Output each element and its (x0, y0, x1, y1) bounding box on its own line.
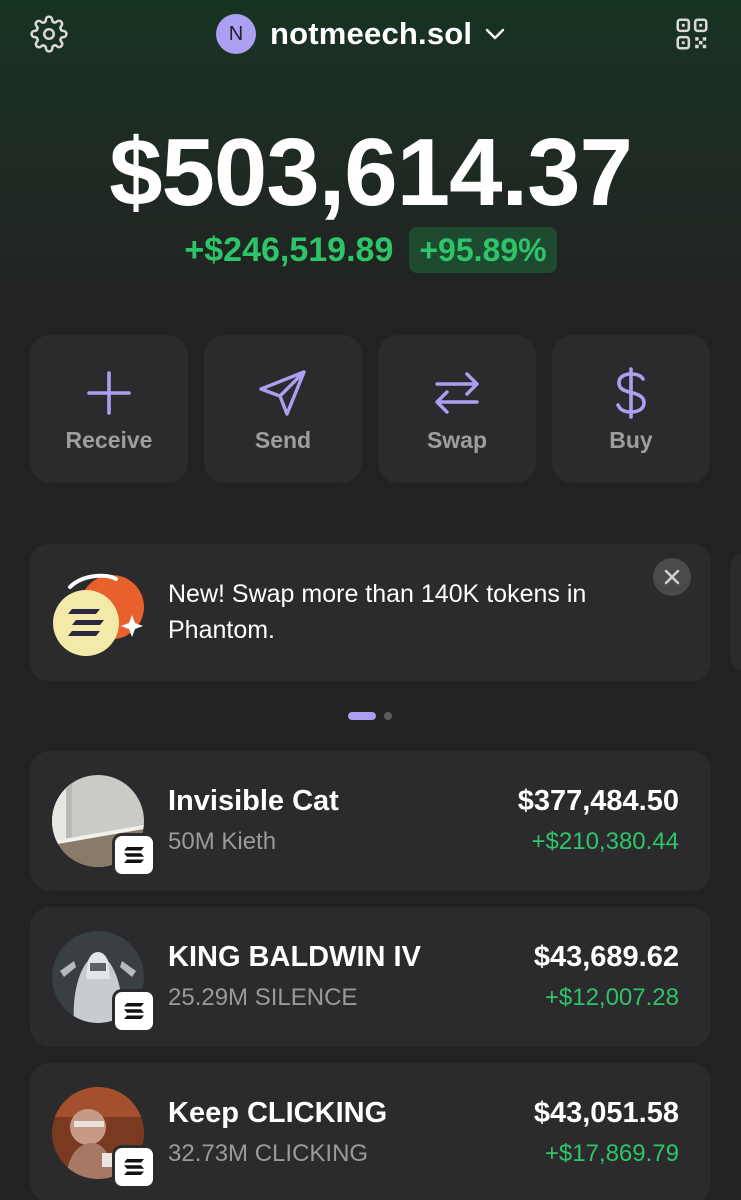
token-change: +$17,869.79 (544, 1140, 679, 1167)
swap-button[interactable]: Swap (378, 335, 536, 483)
chevron-down-icon (484, 27, 506, 41)
swap-icon (378, 367, 536, 419)
header: N notmeech.sol (0, 0, 741, 70)
solana-swap-illustration (50, 569, 150, 659)
token-name: Keep CLICKING (168, 1097, 388, 1129)
token-value: $377,484.50 (517, 785, 679, 817)
token-name: Invisible Cat (168, 785, 339, 817)
token-value: $43,689.62 (533, 941, 679, 973)
wallet-home-screen: N notmeech.sol $503,614.37 +$246,519.89 … (0, 0, 741, 1200)
solana-chain-icon (112, 1145, 156, 1189)
qr-code-icon (676, 18, 708, 50)
close-promo-button[interactable] (653, 558, 691, 596)
send-icon (204, 367, 362, 419)
close-icon (664, 569, 680, 585)
account-avatar: N (216, 14, 256, 54)
token-amount: 32.73M CLICKING (168, 1140, 369, 1167)
solana-chain-icon (112, 989, 156, 1033)
account-switcher[interactable]: N notmeech.sol (216, 14, 506, 54)
buy-button[interactable]: Buy (552, 335, 710, 483)
send-button[interactable]: Send (204, 335, 362, 483)
account-name: notmeech.sol (270, 16, 473, 51)
token-value: $43,051.58 (533, 1097, 679, 1129)
token-row[interactable]: Invisible Cat 50M Kieth $377,484.50 +$21… (30, 751, 711, 891)
balance-change: +$246,519.89 +95.89% (0, 226, 741, 274)
next-promo-card[interactable] (730, 553, 741, 671)
gear-icon (30, 15, 68, 53)
receive-label: Receive (65, 427, 153, 453)
dollar-icon (552, 367, 710, 419)
action-buttons: Receive Send Swap Buy (30, 335, 711, 483)
token-change: +$12,007.28 (544, 984, 679, 1011)
receive-button[interactable]: Receive (30, 335, 188, 483)
pagination-dot-active[interactable] (348, 712, 376, 720)
swap-label: Swap (426, 427, 488, 453)
carousel-pagination (348, 711, 398, 721)
settings-button[interactable] (28, 13, 70, 55)
total-balance: $503,614.37 (109, 119, 633, 226)
buy-label: Buy (609, 427, 653, 453)
change-percent-badge: +95.89% (409, 227, 557, 273)
promo-text: New! Swap more than 140K tokens in Phant… (168, 580, 587, 644)
promo-card[interactable]: New! Swap more than 140K tokens in Phant… (30, 544, 711, 681)
send-label: Send (254, 427, 312, 453)
token-amount: 25.29M SILENCE (168, 984, 358, 1011)
solana-chain-icon (112, 833, 156, 877)
token-amount: 50M Kieth (168, 828, 277, 855)
pagination-dot[interactable] (384, 712, 392, 720)
token-name: KING BALDWIN IV (168, 941, 421, 973)
change-amount: +$246,519.89 (184, 231, 394, 269)
token-row[interactable]: Keep CLICKING 32.73M CLICKING $43,051.58… (30, 1063, 711, 1200)
qr-code-button[interactable] (670, 12, 714, 56)
token-row[interactable]: KING BALDWIN IV 25.29M SILENCE $43,689.6… (30, 907, 711, 1047)
token-change: +$210,380.44 (531, 828, 679, 855)
plus-icon (30, 367, 188, 419)
